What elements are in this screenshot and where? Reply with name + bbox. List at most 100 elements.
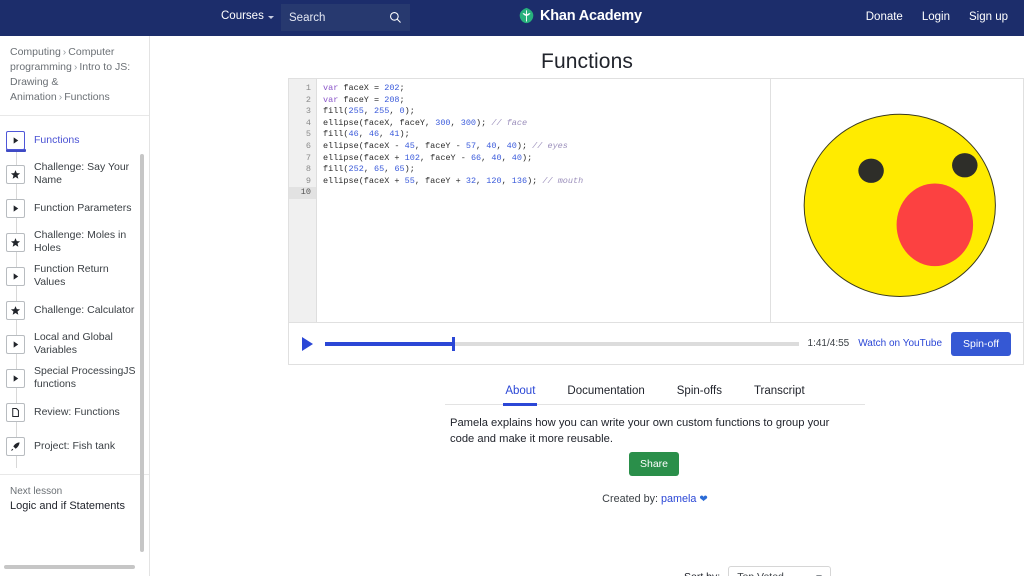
scrubber-handle[interactable] — [451, 336, 455, 351]
sidebar-item-project-fish-tank[interactable]: Project: Fish tank — [0, 429, 149, 463]
line-number: 2 — [305, 94, 311, 105]
video-play-icon — [6, 334, 25, 354]
code-editor[interactable]: 1 2 3 4 5 6 7 8 9 10 var faceX = 202; var… — [289, 79, 770, 322]
next-lesson-label: Next lesson — [10, 486, 63, 497]
challenge-star-icon — [6, 300, 25, 320]
tab-about[interactable]: About — [503, 381, 538, 406]
line-number: 3 — [305, 106, 311, 117]
sort-by-label: Sort by: — [684, 571, 720, 576]
sidebar-item-review-functions[interactable]: Review: Functions — [0, 395, 149, 429]
sidebar-vertical-scrollbar[interactable] — [140, 154, 144, 552]
sidebar-item-functions[interactable]: Functions — [0, 123, 149, 157]
share-button[interactable]: Share — [629, 452, 680, 476]
logo-text: Khan Academy — [540, 7, 642, 24]
challenge-star-icon — [6, 232, 25, 252]
program-widget: 1 2 3 4 5 6 7 8 9 10 var faceX = 202; var… — [288, 78, 1024, 323]
sort-by-dropdown[interactable]: Top Voted — [728, 566, 832, 576]
sidebar-item-label: Functions — [34, 133, 80, 146]
sidebar-item-challenge-say-your-name[interactable]: Challenge: Say Your Name — [0, 157, 149, 191]
sidebar-item-label: Function Parameters — [34, 201, 132, 214]
sidebar-item-label: Local and Global Variables — [34, 331, 113, 356]
line-number: 4 — [305, 117, 311, 128]
author-link[interactable]: pamela — [661, 493, 696, 505]
code-line: fill(255, 255, 0); — [323, 106, 415, 117]
search-input[interactable]: Search — [281, 4, 410, 31]
login-link[interactable]: Login — [922, 11, 950, 23]
line-number: 9 — [305, 175, 311, 186]
sidebar-horizontal-scrollbar[interactable] — [4, 565, 135, 569]
about-description: Pamela explains how you can write your o… — [450, 417, 830, 445]
scrubber-progress — [325, 341, 453, 346]
donate-link[interactable]: Donate — [866, 11, 903, 23]
khan-leaf-icon — [519, 7, 534, 24]
line-number: 1 — [305, 83, 311, 93]
page-title: Functions — [541, 50, 633, 73]
sidebar-item-local-and-global-variables[interactable]: Local and Global Variables — [0, 327, 149, 361]
lesson-nav-list: Functions Challenge: Say Your Name Funct… — [0, 116, 149, 506]
line-number: 5 — [305, 129, 311, 140]
sidebar-item-challenge-moles-in-holes[interactable]: Challenge: Moles in Holes — [0, 225, 149, 259]
challenge-star-icon — [6, 164, 25, 184]
spin-off-button[interactable]: Spin-off — [951, 331, 1011, 356]
code-line: ellipse(faceX, faceY, 300, 300); // face — [323, 117, 528, 128]
heart-icon: ❤ — [699, 494, 708, 505]
breadcrumb-item-3[interactable]: Functions — [64, 91, 110, 103]
sidebar-item-label: Project: Fish tank — [34, 439, 116, 452]
sidebar-item-function-parameters[interactable]: Function Parameters — [0, 191, 149, 225]
top-navigation-bar: Courses Search Khan Academy Donate Login… — [0, 0, 1024, 36]
sort-by-value: Top Voted — [737, 571, 784, 576]
project-rocket-icon — [6, 436, 25, 456]
drawing-canvas — [803, 113, 996, 297]
video-play-icon — [6, 368, 25, 388]
sidebar-item-label: Challenge: Calculator — [34, 303, 135, 316]
tab-documentation[interactable]: Documentation — [565, 381, 646, 404]
video-play-icon — [6, 266, 25, 286]
courses-menu[interactable]: Courses — [221, 10, 274, 22]
watch-on-youtube-link[interactable]: Watch on YouTube — [858, 338, 942, 349]
code-line: ellipse(faceX + 55, faceY + 32, 120, 136… — [323, 175, 584, 186]
content-tabs: About Documentation Spin-offs Transcript — [445, 381, 865, 406]
program-canvas[interactable] — [770, 79, 1023, 322]
lesson-sidebar: Computing › Computer programming › Intro to … — [0, 36, 150, 576]
sidebar-item-label: Challenge: Say Your Name — [34, 161, 130, 186]
line-number-gutter: 1 2 3 4 5 6 7 8 9 10 — [289, 79, 316, 322]
line-number: 6 — [305, 140, 311, 151]
code-line: var faceY = 208; — [323, 94, 405, 105]
code-line: fill(46, 46, 41); — [323, 129, 410, 140]
breadcrumb-item-0[interactable]: Computing — [10, 46, 61, 58]
khan-academy-logo[interactable]: Khan Academy — [518, 7, 642, 24]
gutter-divider — [316, 79, 317, 322]
next-lesson-link[interactable]: Next lesson Logic and if Statements — [0, 474, 149, 514]
video-timestamp: 1:41/4:55 — [807, 338, 850, 349]
breadcrumb: Computing › Computer programming › Intro to … — [0, 36, 149, 116]
sidebar-item-label: Review: Functions — [34, 405, 120, 418]
search-placeholder-text: Search — [289, 11, 326, 24]
header-actions: Donate Login Sign up — [866, 11, 1008, 23]
created-by-line: Created by: pamela ❤ — [445, 493, 865, 505]
line-number-active: 10 — [289, 187, 316, 199]
video-scrubber[interactable] — [325, 336, 799, 351]
tab-transcript[interactable]: Transcript — [752, 381, 807, 404]
chevron-down-icon — [267, 15, 274, 19]
sidebar-item-label: Special ProcessingJS functions — [34, 365, 136, 390]
code-text[interactable]: var faceX = 202; var faceY = 208; fill(255… — [316, 79, 770, 322]
code-line: fill(252, 65, 65); — [323, 164, 415, 175]
video-play-icon — [6, 198, 25, 218]
sort-control: Sort by: Top Voted — [684, 566, 832, 576]
main-content: Functions 1 2 3 4 5 6 7 8 9 10 var faceX… — [150, 36, 1024, 576]
sidebar-item-label: Function Return Values — [34, 263, 109, 288]
tab-spin-offs[interactable]: Spin-offs — [675, 381, 724, 404]
signup-link[interactable]: Sign up — [969, 11, 1008, 23]
sidebar-item-special-processingjs-functions[interactable]: Special ProcessingJS functions — [0, 361, 149, 395]
play-button[interactable] — [299, 335, 316, 352]
sidebar-item-challenge-calculator[interactable]: Challenge: Calculator — [0, 293, 149, 327]
article-icon — [6, 402, 25, 422]
created-by-label: Created by: — [602, 493, 658, 505]
video-player-controls: 1:41/4:55 Watch on YouTube Spin-off — [288, 323, 1024, 365]
video-play-icon — [6, 130, 25, 150]
code-line: ellipse(faceX + 102, faceY - 66, 40, 40)… — [323, 152, 533, 163]
sidebar-item-function-return-values[interactable]: Function Return Values — [0, 259, 149, 293]
line-number: 8 — [305, 164, 311, 175]
courses-label: Courses — [221, 10, 264, 22]
